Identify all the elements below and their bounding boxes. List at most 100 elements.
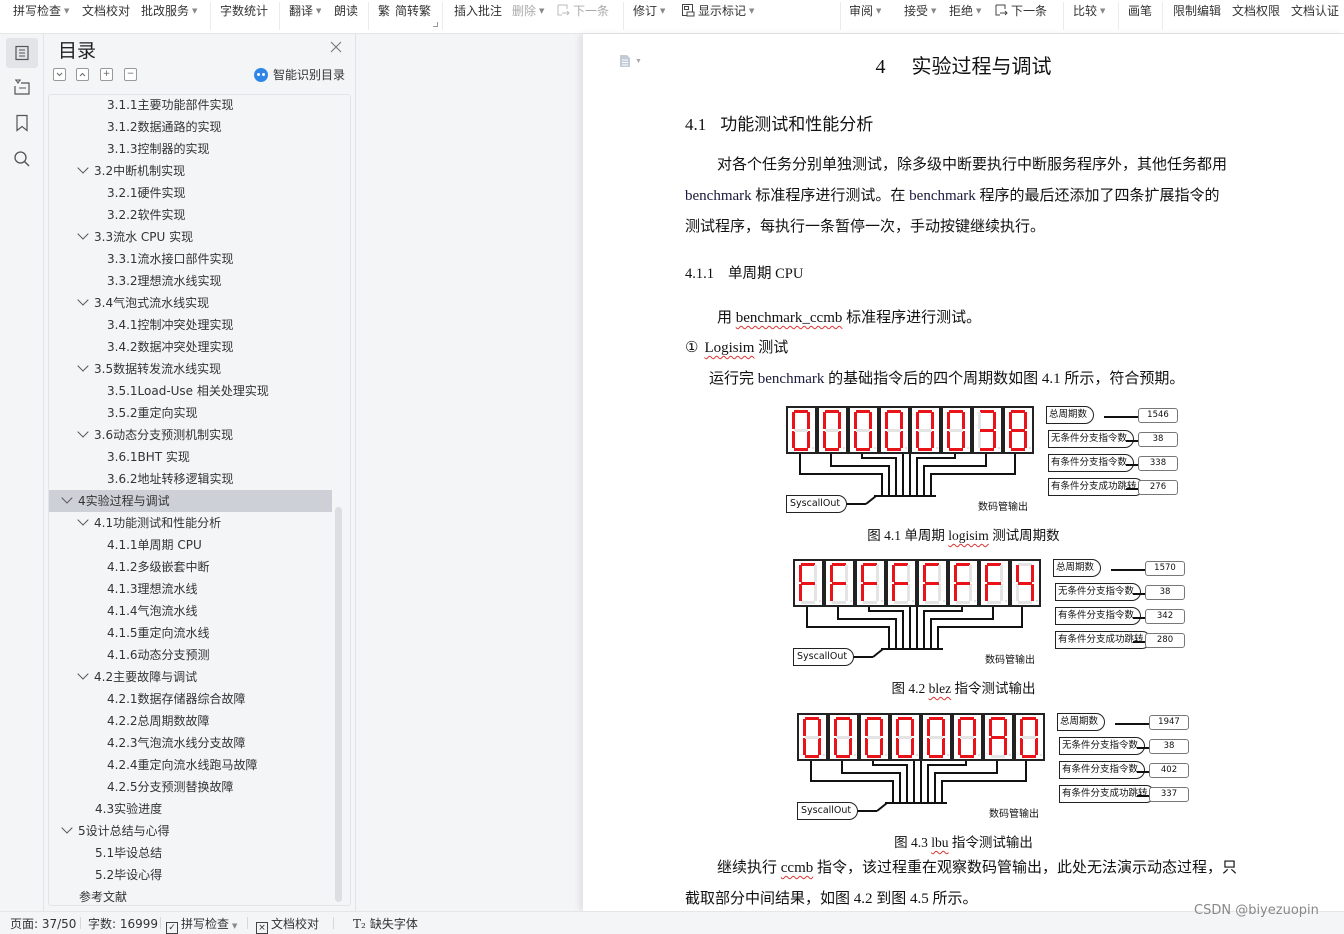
toolbar-button-15[interactable]: 下一条 — [994, 3, 1047, 19]
toc-item[interactable]: 3.1.2数据通路的实现 — [49, 116, 332, 138]
toc-item[interactable]: 4.2.3气泡流水线分支故障 — [49, 732, 332, 754]
toolbar-button-20[interactable]: 文档认证 — [1291, 3, 1339, 19]
close-icon[interactable] — [329, 40, 343, 54]
toc-item[interactable]: 4.2主要故障与调试 — [49, 666, 332, 688]
toc-item[interactable]: 4.1.1单周期 CPU — [49, 534, 332, 556]
toolbar-button-1[interactable]: 文档校对 — [82, 3, 130, 19]
collapse-up-button[interactable] — [76, 68, 89, 81]
toolbar-button-9[interactable]: 下一条 — [556, 3, 609, 19]
toc-item[interactable]: 参考文献 — [49, 886, 332, 905]
segment-b — [1035, 719, 1038, 736]
toc-item[interactable]: 3.2中断机制实现 — [49, 160, 332, 182]
toc-item[interactable]: 3.2.2软件实现 — [49, 204, 332, 226]
chevron-down-icon[interactable] — [77, 668, 89, 680]
toolbar-button-2[interactable]: 批改服务 ▼ — [141, 3, 197, 19]
toc-item[interactable]: 4.2.2总周期数故障 — [49, 710, 332, 732]
toc-item[interactable]: 5.1毕设总结 — [49, 842, 332, 864]
chevron-down-icon[interactable] — [77, 162, 89, 174]
misspelled-word[interactable]: Logisim — [704, 340, 754, 356]
toolbar-button-6[interactable]: 繁简转繁 — [378, 3, 431, 19]
segment-b — [900, 412, 903, 429]
expand-all-button[interactable]: + — [100, 68, 113, 81]
toc-item[interactable]: 4.3实验进度 — [49, 798, 332, 820]
toc-item[interactable]: 3.4.1控制冲突处理实现 — [49, 314, 332, 336]
bookmark-panel-button[interactable] — [6, 108, 38, 138]
toolbar-button-19[interactable]: 文档权限 — [1232, 3, 1280, 19]
toc-item[interactable]: 3.6.1BHT 实现 — [49, 446, 332, 468]
toc-item[interactable]: 4.1.4气泡流水线 — [49, 600, 332, 622]
toc-item[interactable]: 3.3.1流水接口部件实现 — [49, 248, 332, 270]
toc-item[interactable]: 3.5.2重定向实现 — [49, 402, 332, 424]
search-panel-button[interactable] — [6, 144, 38, 174]
chevron-down-icon[interactable] — [77, 360, 89, 372]
toc-item[interactable]: 4.1功能测试和性能分析 — [49, 512, 332, 534]
segment-a — [980, 410, 994, 413]
toolbar-button-12[interactable]: 审阅 ▼ — [849, 3, 881, 19]
logisim-figure: SyscallOut 数码管输出 总周期数 1570 无条件分支指令数 38 有条件分支指令… — [793, 559, 1193, 669]
chevron-down-icon[interactable] — [77, 228, 89, 240]
toc-item[interactable]: 4.2.1数据存储器综合故障 — [49, 688, 332, 710]
misspelled-word[interactable]: lbu — [931, 835, 948, 850]
spell-check-toggle[interactable]: ✓ 拼写检查 ▼ — [166, 917, 237, 934]
toolbar-button-3[interactable]: 字数统计 — [220, 3, 268, 19]
chevron-down-icon[interactable] — [61, 492, 73, 504]
toc-item[interactable]: 4.2.5分支预测替换故障 — [49, 776, 332, 798]
chevron-down-icon[interactable] — [77, 294, 89, 306]
toolbar-button-4[interactable]: 翻译 ▼ — [289, 3, 321, 19]
toolbar-button-13[interactable]: 接受 ▼ — [904, 3, 936, 19]
toc-item[interactable]: 3.3.2理想流水线实现 — [49, 270, 332, 292]
segment-c — [1031, 584, 1034, 601]
toc-item[interactable]: 3.5数据转发流水线实现 — [49, 358, 332, 380]
misspelled-word[interactable]: logisim — [948, 528, 989, 543]
toolbar-button-0[interactable]: 拼写检查 ▼ — [13, 3, 69, 19]
smart-toc-button[interactable]: 智能识别目录 — [254, 66, 345, 83]
toolbar-button-11[interactable]: 显示标记 ▼ — [681, 3, 754, 19]
chevron-down-icon[interactable] — [77, 426, 89, 438]
seven-segment-digit — [941, 406, 972, 454]
toc-scrollbar[interactable] — [335, 507, 342, 902]
toc-item[interactable]: 4.1.3理想流水线 — [49, 578, 332, 600]
toc-item[interactable]: 4实验过程与调试 — [49, 490, 332, 512]
group-expand-icon[interactable] — [433, 22, 438, 27]
toc-item[interactable]: 3.5.1Load-Use 相关处理实现 — [49, 380, 332, 402]
toolbar-button-8[interactable]: 删除 ▼ — [512, 3, 544, 19]
collapse-all-button[interactable]: − — [124, 68, 137, 81]
toc-item[interactable]: 3.3流水 CPU 实现 — [49, 226, 332, 248]
misspelled-word[interactable]: benchmark_ccmb — [736, 310, 843, 326]
toc-item[interactable]: 4.1.2多级嵌套中断 — [49, 556, 332, 578]
toc-item[interactable]: 3.4气泡式流水线实现 — [49, 292, 332, 314]
toc-item[interactable]: 5设计总结与心得 — [49, 820, 332, 842]
misspelled-word[interactable]: blez — [929, 681, 952, 696]
navigation-icon — [14, 79, 30, 95]
decimal-point — [854, 754, 856, 756]
toolbar-button-17[interactable]: 画笔 — [1128, 3, 1152, 19]
chevron-down-icon[interactable] — [77, 514, 89, 526]
toc-panel-button[interactable] — [6, 38, 38, 68]
toolbar-button-14[interactable]: 拒绝 ▼ — [949, 3, 981, 19]
misspelled-word[interactable]: ccmb — [781, 860, 813, 876]
toc-item[interactable]: 3.2.1硬件实现 — [49, 182, 332, 204]
collapse-down-button[interactable] — [53, 68, 66, 81]
toolbar-button-5[interactable]: 朗读 — [334, 3, 358, 19]
proofread-toggle[interactable]: × 文档校对 — [256, 917, 319, 934]
toc-item[interactable]: 3.1.3控制器的实现 — [49, 138, 332, 160]
toc-item[interactable]: 3.6动态分支预测机制实现 — [49, 424, 332, 446]
toolbar-button-16[interactable]: 比较 ▼ — [1073, 3, 1105, 19]
toc-item[interactable]: 4.1.6动态分支预测 — [49, 644, 332, 666]
chevron-down-icon[interactable] — [61, 822, 73, 834]
toc-item[interactable]: 3.6.2地址转移逻辑实现 — [49, 468, 332, 490]
toc-item[interactable]: 3.1.1主要功能部件实现 — [49, 95, 332, 116]
document-page[interactable]: ▼ 4 实验过程与调试 4.1 功能测试和性能分析 对各个任务分别单独测试，除多级中… — [583, 34, 1344, 911]
toc-item[interactable]: 5.2毕设心得 — [49, 864, 332, 886]
navigation-panel-button[interactable] — [6, 72, 38, 102]
toolbar-button-7[interactable]: 插入批注 — [454, 3, 502, 19]
decimal-point — [916, 754, 918, 756]
wire — [1111, 569, 1145, 571]
toolbar-button-10[interactable]: 修订 ▼ — [633, 3, 665, 19]
segment-b — [973, 719, 976, 736]
toolbar-button-18[interactable]: 限制编辑 — [1173, 3, 1221, 19]
toolbar-button-label: 文档认证 — [1291, 4, 1340, 18]
toc-item[interactable]: 3.4.2数据冲突处理实现 — [49, 336, 332, 358]
toc-item[interactable]: 4.1.5重定向流水线 — [49, 622, 332, 644]
toc-item[interactable]: 4.2.4重定向流水线跑马故障 — [49, 754, 332, 776]
